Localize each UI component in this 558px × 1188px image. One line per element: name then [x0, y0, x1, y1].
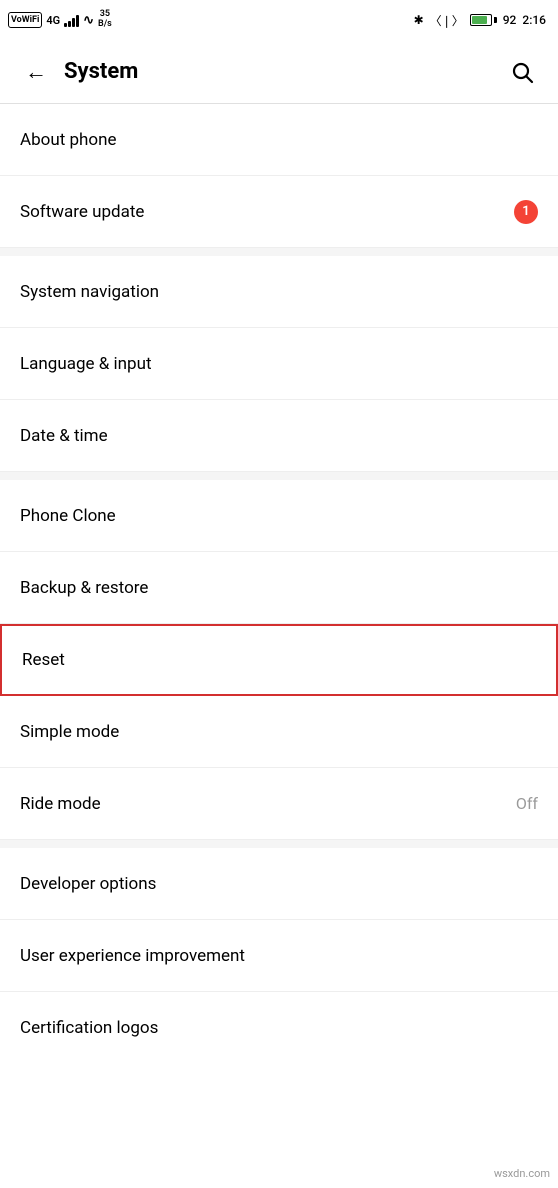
menu-item-label-language-input: Language & input: [20, 354, 152, 374]
battery-fill: [472, 16, 487, 24]
menu-item-about-phone[interactable]: About phone: [0, 104, 558, 176]
battery-indicator: [470, 14, 497, 26]
menu-item-right-ride-mode: Off: [516, 794, 538, 813]
signal-bars: [64, 13, 79, 27]
menu-item-reset[interactable]: Reset: [0, 624, 558, 696]
menu-item-right-software-update: 1: [514, 200, 538, 224]
menu-item-backup-restore[interactable]: Backup & restore: [0, 552, 558, 624]
menu-section: About phone Software update 1 System naviga…: [0, 104, 558, 1064]
menu-item-label-reset: Reset: [22, 650, 65, 670]
menu-divider: [0, 840, 558, 848]
menu-item-label-backup-restore: Backup & restore: [20, 578, 148, 598]
battery-tip: [494, 17, 497, 23]
data-speed: 35 B/s: [98, 10, 112, 30]
menu-item-label-certification-logos: Certification logos: [20, 1018, 158, 1038]
header: ← System: [0, 40, 558, 104]
menu-item-system-navigation[interactable]: System navigation: [0, 256, 558, 328]
bluetooth-icon: ✱: [414, 13, 424, 27]
vowifi-indicator: VoWiFi: [8, 12, 42, 28]
signal-bar-1: [64, 23, 67, 27]
menu-item-label-simple-mode: Simple mode: [20, 722, 119, 742]
menu-item-label-ride-mode: Ride mode: [20, 794, 101, 814]
menu-item-label-software-update: Software update: [20, 202, 144, 222]
search-icon: [510, 60, 534, 84]
wifi-icon: ∿: [83, 13, 94, 28]
menu-item-ride-mode[interactable]: Ride mode Off: [0, 768, 558, 840]
vibrate-icon: 〈❘〉: [430, 12, 464, 29]
menu-item-label-system-navigation: System navigation: [20, 282, 159, 302]
battery-body: [470, 14, 492, 26]
value-ride-mode: Off: [516, 794, 538, 813]
menu-item-date-time[interactable]: Date & time: [0, 400, 558, 472]
menu-item-user-experience[interactable]: User experience improvement: [0, 920, 558, 992]
back-button[interactable]: ←: [16, 52, 56, 92]
battery-percent: 92: [503, 13, 517, 27]
menu-item-label-user-experience: User experience improvement: [20, 946, 245, 966]
signal-bar-4: [76, 15, 79, 27]
page-title: System: [64, 59, 502, 84]
menu-item-software-update[interactable]: Software update 1: [0, 176, 558, 248]
menu-item-certification-logos[interactable]: Certification logos: [0, 992, 558, 1064]
menu-item-label-date-time: Date & time: [20, 426, 108, 446]
search-button[interactable]: [502, 52, 542, 92]
signal-bar-3: [72, 18, 75, 27]
watermark: wsxdn.com: [494, 1167, 550, 1180]
clock: 2:16: [522, 13, 546, 27]
menu-item-phone-clone[interactable]: Phone Clone: [0, 480, 558, 552]
menu-item-label-about-phone: About phone: [20, 130, 117, 150]
menu-divider: [0, 472, 558, 480]
signal-4g-label: 4G: [46, 14, 60, 27]
signal-bar-2: [68, 21, 71, 27]
menu-item-label-phone-clone: Phone Clone: [20, 506, 116, 526]
menu-item-developer-options[interactable]: Developer options: [0, 848, 558, 920]
badge-software-update: 1: [514, 200, 538, 224]
status-bar-left: VoWiFi 4G ∿ 35 B/s: [8, 10, 112, 30]
status-bar-right: ✱ 〈❘〉 92 2:16: [414, 12, 546, 29]
back-arrow-icon: ←: [25, 59, 47, 85]
menu-item-simple-mode[interactable]: Simple mode: [0, 696, 558, 768]
menu-item-language-input[interactable]: Language & input: [0, 328, 558, 400]
status-bar: VoWiFi 4G ∿ 35 B/s ✱ 〈❘〉 92 2:16: [0, 0, 558, 40]
menu-item-label-developer-options: Developer options: [20, 874, 156, 894]
menu-divider: [0, 248, 558, 256]
